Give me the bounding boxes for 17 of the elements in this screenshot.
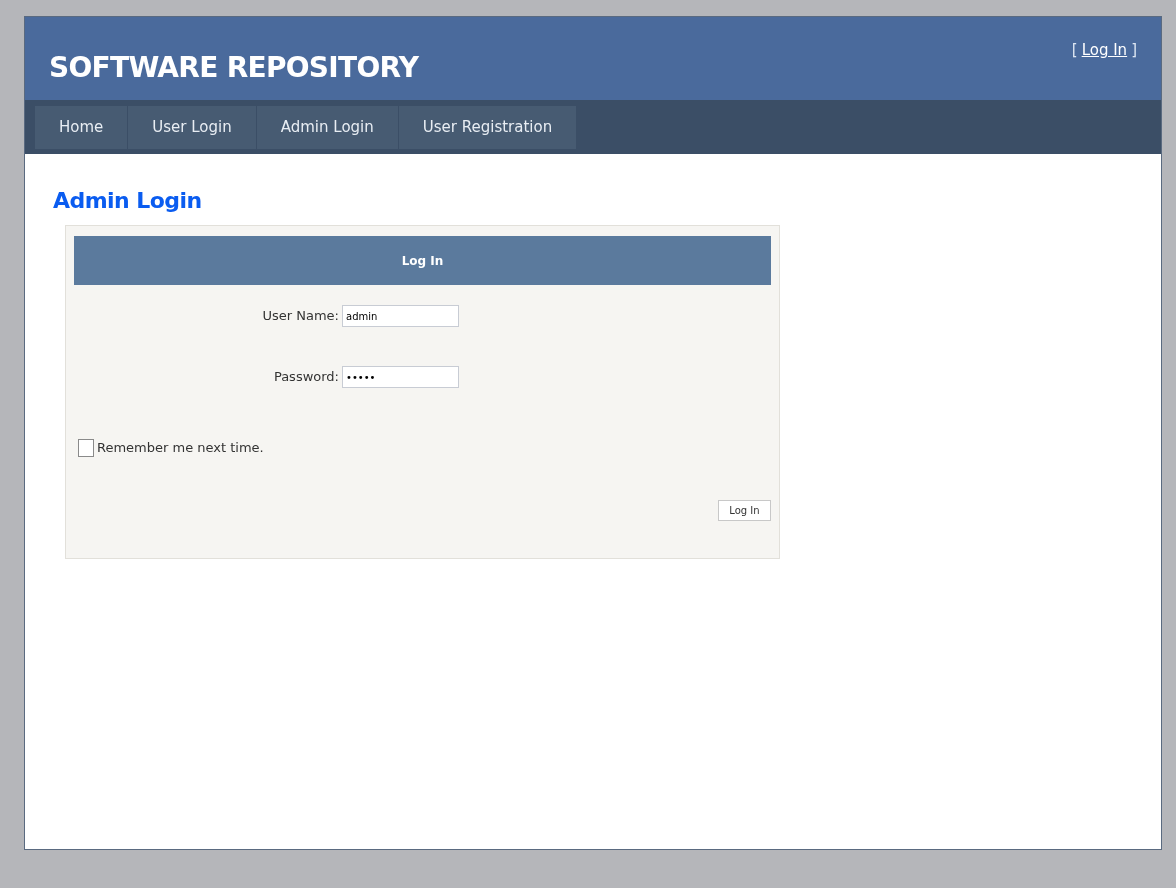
- page-heading: Admin Login: [53, 187, 203, 215]
- bracket-text: ]: [1131, 40, 1137, 61]
- nav-tab[interactable]: Admin Login: [256, 106, 399, 149]
- nav-tab[interactable]: User Registration: [398, 106, 578, 149]
- login-button[interactable]: Log In: [718, 499, 771, 521]
- input-field[interactable]: •••••: [342, 366, 459, 388]
- site-title: SOFTWARE REPOSITORY: [49, 50, 419, 86]
- remember-checkbox[interactable]: [78, 438, 94, 457]
- remember-label: Remember me next time.: [97, 439, 264, 457]
- bracket-text: [: [1071, 40, 1078, 61]
- input-field[interactable]: admin: [342, 305, 459, 327]
- field-label: Password:: [272, 368, 340, 387]
- login-link[interactable]: Log In: [1081, 39, 1128, 62]
- nav-tab[interactable]: Home: [35, 106, 129, 149]
- field-label: User Name:: [261, 307, 340, 326]
- nav-tab[interactable]: User Login: [128, 106, 257, 149]
- panel-title: Log In: [74, 236, 771, 285]
